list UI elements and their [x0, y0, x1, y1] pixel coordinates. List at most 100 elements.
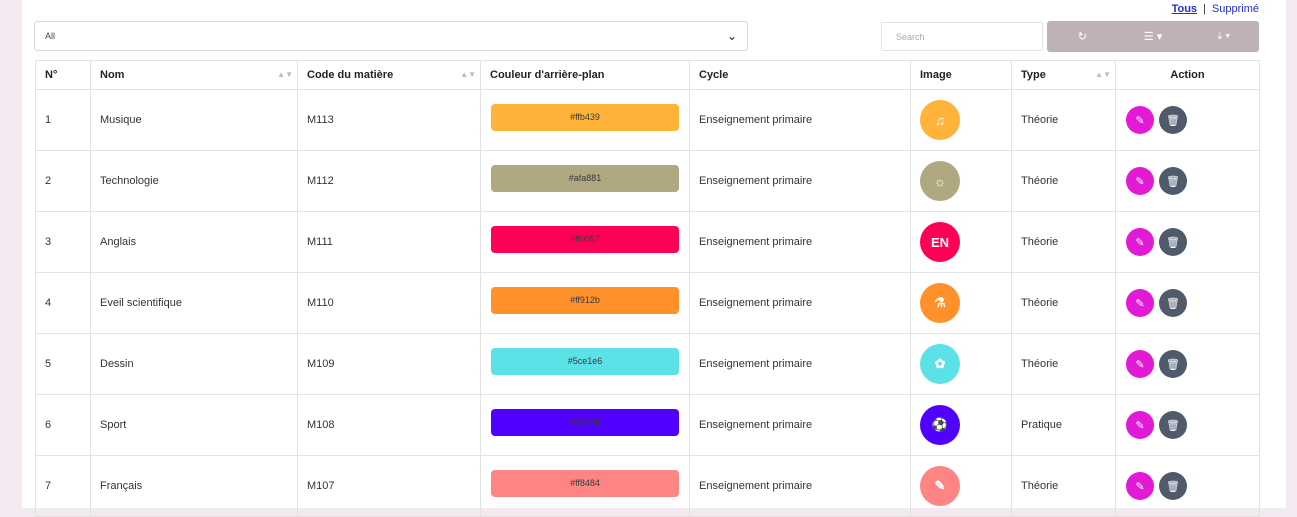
- delete-button[interactable]: 🗑: [1159, 167, 1187, 195]
- row-type: Théorie: [1011, 89, 1116, 151]
- color-swatch: #ff0057: [491, 225, 679, 253]
- trash-icon: 🗑: [1166, 419, 1180, 432]
- edit-button[interactable]: ✎: [1126, 350, 1154, 378]
- delete-button[interactable]: 🗑: [1159, 411, 1187, 439]
- color-swatch: #ff912b: [491, 286, 679, 314]
- french-book-icon: ✎: [920, 466, 960, 506]
- table-row: 3 Anglais M111 #ff0057 Enseignement primaire…: [35, 211, 1260, 273]
- row-color: #ff8484: [480, 455, 690, 517]
- music-book-icon: ♫: [920, 100, 960, 140]
- color-swatch: #afa881: [491, 164, 679, 192]
- header-name[interactable]: Nom ▲▼: [90, 60, 298, 90]
- edit-icon: ✎: [1135, 358, 1145, 371]
- trash-icon: 🗑: [1166, 114, 1180, 127]
- row-name: Anglais: [90, 211, 298, 273]
- row-image: ⚽: [910, 394, 1012, 456]
- row-code: M108: [297, 394, 481, 456]
- sort-icon: ▲▼: [460, 70, 476, 79]
- export-button[interactable]: ⤓ ▾: [1188, 21, 1259, 52]
- filter-value: All: [45, 31, 56, 41]
- row-color: #5ce1e6: [480, 333, 690, 395]
- links-separator: |: [1203, 3, 1206, 15]
- row-image: ♫: [910, 89, 1012, 151]
- row-code: M112: [297, 150, 481, 212]
- refresh-button[interactable]: ↻: [1047, 21, 1118, 52]
- header-color: Couleur d'arrière-plan: [480, 60, 690, 90]
- edit-button[interactable]: ✎: [1126, 228, 1154, 256]
- trash-icon: 🗑: [1166, 358, 1180, 371]
- row-actions: ✎ 🗑: [1115, 89, 1260, 151]
- delete-button[interactable]: 🗑: [1159, 228, 1187, 256]
- columns-button[interactable]: ☰ ▾: [1118, 21, 1189, 52]
- table-header-row: N° Nom ▲▼ Code du matière ▲▼ Couleur d'arr…: [35, 60, 1260, 90]
- delete-button[interactable]: 🗑: [1159, 350, 1187, 378]
- row-type: Théorie: [1011, 272, 1116, 334]
- row-code: M109: [297, 333, 481, 395]
- lightbulb-icon: ☼: [920, 161, 960, 201]
- row-cycle: Enseignement primaire: [689, 455, 911, 517]
- row-type: Pratique: [1011, 394, 1116, 456]
- header-cycle: Cycle: [689, 60, 911, 90]
- subjects-table: N° Nom ▲▼ Code du matière ▲▼ Couleur d'arr…: [35, 60, 1260, 517]
- row-name: Technologie: [90, 150, 298, 212]
- row-color: #afa881: [480, 150, 690, 212]
- download-icon: ⤓ ▾: [1217, 30, 1230, 42]
- link-deleted[interactable]: Supprimé: [1212, 3, 1259, 15]
- row-actions: ✎ 🗑: [1115, 272, 1260, 334]
- row-num: 7: [35, 455, 91, 517]
- trash-icon: 🗑: [1166, 297, 1180, 310]
- edit-button[interactable]: ✎: [1126, 106, 1154, 134]
- row-actions: ✎ 🗑: [1115, 333, 1260, 395]
- search-input[interactable]: Search: [881, 22, 1043, 51]
- header-num[interactable]: N°: [35, 60, 91, 90]
- edit-button[interactable]: ✎: [1126, 289, 1154, 317]
- delete-button[interactable]: 🗑: [1159, 289, 1187, 317]
- toolbar-buttons: ↻ ☰ ▾ ⤓ ▾: [1047, 21, 1259, 52]
- link-all[interactable]: Tous: [1172, 3, 1197, 15]
- table-row: 7 Français M107 #ff8484 Enseignement primair…: [35, 455, 1260, 517]
- row-image: ⚗: [910, 272, 1012, 334]
- row-color: #ff0057: [480, 211, 690, 273]
- trash-icon: 🗑: [1166, 480, 1180, 493]
- row-cycle: Enseignement primaire: [689, 211, 911, 273]
- search-placeholder: Search: [896, 31, 925, 42]
- row-num: 1: [35, 89, 91, 151]
- edit-icon: ✎: [1135, 236, 1145, 249]
- delete-button[interactable]: 🗑: [1159, 106, 1187, 134]
- row-code: M111: [297, 211, 481, 273]
- table-row: 4 Eveil scientifique M110 #ff912b Enseigneme…: [35, 272, 1260, 334]
- row-num: 3: [35, 211, 91, 273]
- trash-icon: 🗑: [1166, 175, 1180, 188]
- row-actions: ✎ 🗑: [1115, 394, 1260, 456]
- refresh-icon: ↻: [1077, 31, 1087, 43]
- row-num: 5: [35, 333, 91, 395]
- sort-icon: ▲▼: [277, 70, 293, 79]
- header-type[interactable]: Type ▲▼: [1011, 60, 1116, 90]
- filter-select[interactable]: All ⌄: [34, 21, 748, 51]
- table-row: 1 Musique M113 #ffb439 Enseignement primaire…: [35, 89, 1260, 151]
- edit-button[interactable]: ✎: [1126, 472, 1154, 500]
- edit-button[interactable]: ✎: [1126, 411, 1154, 439]
- row-image: EN: [910, 211, 1012, 273]
- top-links: Tous | Supprimé: [1172, 3, 1259, 15]
- row-cycle: Enseignement primaire: [689, 394, 911, 456]
- row-name: Musique: [90, 89, 298, 151]
- row-num: 4: [35, 272, 91, 334]
- edit-icon: ✎: [1135, 297, 1145, 310]
- row-num: 6: [35, 394, 91, 456]
- row-name: Eveil scientifique: [90, 272, 298, 334]
- en-flag-icon: EN: [920, 222, 960, 262]
- delete-button[interactable]: 🗑: [1159, 472, 1187, 500]
- header-code[interactable]: Code du matière ▲▼: [297, 60, 481, 90]
- edit-icon: ✎: [1135, 480, 1145, 493]
- row-code: M110: [297, 272, 481, 334]
- row-num: 2: [35, 150, 91, 212]
- row-name: Sport: [90, 394, 298, 456]
- row-actions: ✎ 🗑: [1115, 150, 1260, 212]
- color-swatch: #ff8484: [491, 469, 679, 497]
- row-name: Français: [90, 455, 298, 517]
- table-row: 2 Technologie M112 #afa881 Enseignement prim…: [35, 150, 1260, 212]
- edit-button[interactable]: ✎: [1126, 167, 1154, 195]
- row-cycle: Enseignement primaire: [689, 333, 911, 395]
- edit-icon: ✎: [1135, 419, 1145, 432]
